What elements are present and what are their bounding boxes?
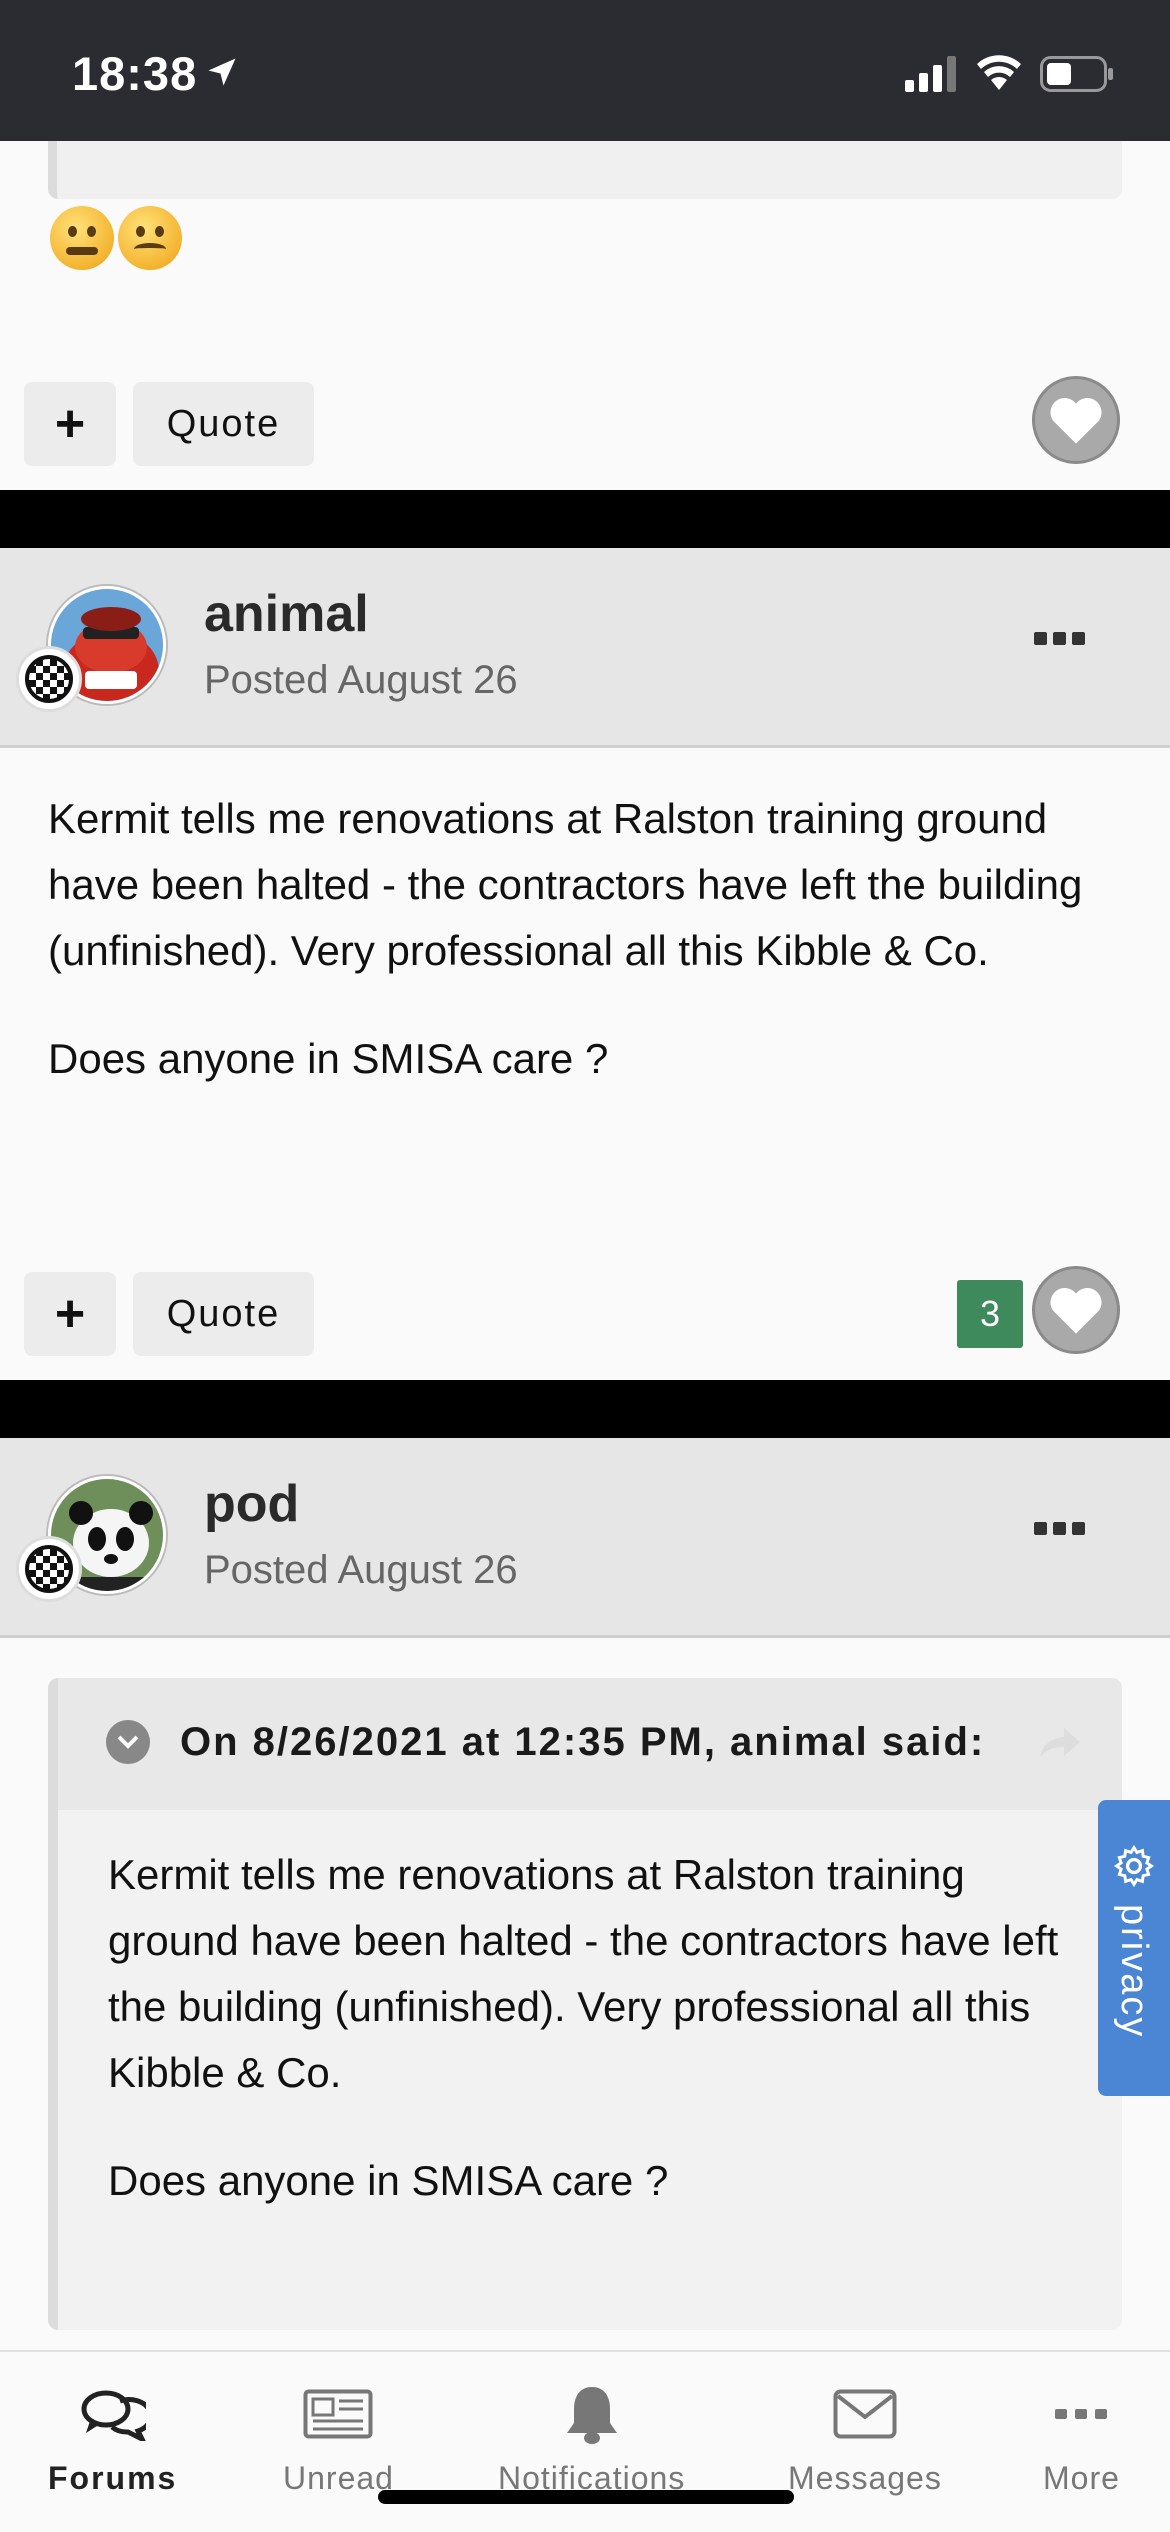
emoji-row	[50, 206, 182, 270]
post-options-icon[interactable]	[1034, 1522, 1085, 1535]
envelope-icon	[833, 2389, 897, 2439]
post-paragraph: Does anyone in SMISA care ?	[48, 1035, 609, 1082]
quote-button[interactable]: Quote	[133, 382, 314, 466]
privacy-label: privacy	[1113, 1904, 1155, 2039]
bottom-tab-bar: Forums Unread Notifications Messages Mor…	[0, 2350, 1170, 2532]
newspaper-icon	[303, 2389, 373, 2439]
zipper-mouth-emoji-icon	[50, 206, 114, 270]
location-arrow-icon	[208, 58, 236, 86]
quote-paragraph: Kermit tells me renovations at Ralston t…	[108, 1851, 1059, 2096]
multiquote-add-button[interactable]: +	[24, 1272, 116, 1356]
post-divider	[0, 490, 1170, 548]
status-time: 18:38	[72, 47, 198, 100]
post-header: animal Posted August 26	[0, 548, 1170, 748]
post-actions: + Quote 3	[0, 1266, 1170, 1362]
club-badge-icon	[16, 1536, 82, 1602]
multiquote-add-button[interactable]: +	[24, 382, 116, 466]
quote-button[interactable]: Quote	[133, 1272, 314, 1356]
club-badge-icon	[16, 646, 82, 712]
post-divider	[0, 1380, 1170, 1438]
sad-sweat-emoji-icon	[118, 206, 182, 270]
post-date[interactable]: Posted August 26	[204, 1548, 518, 1593]
home-indicator	[378, 2490, 794, 2504]
tab-notifications[interactable]: Notifications	[498, 2382, 685, 2497]
more-dots-icon	[1055, 2409, 1108, 2419]
post-author[interactable]: pod	[204, 1474, 299, 1534]
post-author[interactable]: animal	[204, 584, 369, 644]
quote-header[interactable]: On 8/26/2021 at 12:35 PM, animal said:	[58, 1678, 1122, 1810]
heart-icon	[1050, 1288, 1102, 1334]
post-paragraph: Kermit tells me renovations at Ralston t…	[48, 795, 1083, 974]
tab-forums[interactable]: Forums	[48, 2382, 177, 2497]
tab-label: Messages	[788, 2460, 942, 2496]
post-date[interactable]: Posted August 26	[204, 658, 518, 703]
chevron-down-icon[interactable]	[106, 1720, 150, 1764]
privacy-settings-tab[interactable]: privacy	[1098, 1800, 1170, 2096]
cellular-signal-icon	[905, 56, 956, 92]
post-content: Kermit tells me renovations at Ralston t…	[48, 786, 1128, 1134]
post-actions: + Quote	[0, 376, 1170, 472]
heart-icon	[1050, 398, 1102, 444]
post-options-icon[interactable]	[1034, 632, 1085, 645]
quote-attribution: On 8/26/2021 at 12:35 PM, animal said:	[180, 1720, 986, 1764]
blockquote: On 8/26/2021 at 12:35 PM, animal said: K…	[48, 1678, 1122, 2330]
tab-messages[interactable]: Messages	[788, 2382, 942, 2497]
reaction-count-badge[interactable]: 3	[957, 1280, 1023, 1348]
tab-label: Unread	[283, 2460, 394, 2496]
quote-paragraph: Does anyone in SMISA care ?	[108, 2157, 669, 2204]
bell-icon	[566, 2387, 617, 2444]
tab-unread[interactable]: Unread	[283, 2382, 394, 2497]
chat-bubbles-icon	[81, 2390, 146, 2441]
like-button[interactable]	[1032, 1266, 1120, 1354]
wifi-icon	[977, 55, 1021, 90]
like-button[interactable]	[1032, 376, 1120, 464]
tab-label: More	[1043, 2460, 1120, 2496]
tab-more[interactable]: More	[1043, 2382, 1120, 2497]
status-bar: 18:38	[0, 0, 1170, 141]
quote-content: Kermit tells me renovations at Ralston t…	[108, 1842, 1088, 2256]
gear-icon	[1113, 1844, 1155, 1888]
battery-icon	[1040, 56, 1113, 92]
go-to-quoted-post-icon[interactable]	[1038, 1726, 1082, 1760]
post-header: pod Posted August 26	[0, 1438, 1170, 1638]
tab-label: Forums	[48, 2460, 178, 2496]
previous-quote-tail	[48, 141, 1122, 199]
